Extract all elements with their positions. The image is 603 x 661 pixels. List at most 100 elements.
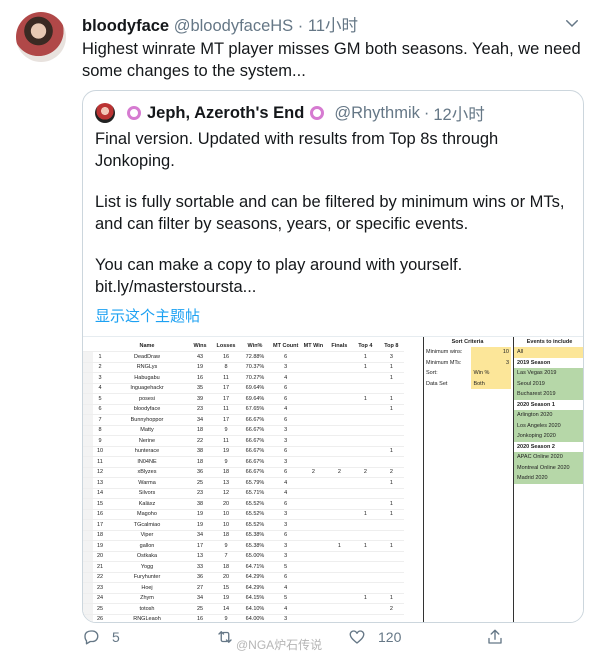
avatar[interactable] [16,12,66,62]
table-cell: 21 [93,561,107,573]
criteria-row: Sort: Win % [424,368,511,379]
table-cell: 13 [187,551,213,562]
quoted-paragraph: You can make a copy to play around with … [95,256,463,296]
table-cell [300,540,327,552]
tweet-time[interactable]: 11小时 [308,17,358,35]
player-name-cell: RNGLys [107,362,187,373]
table-row: 6 bloodyface 23 11 67.65% 4 1 [83,404,405,415]
table-cell: 64.10% [239,603,271,615]
author-name[interactable]: bloodyface [82,17,169,35]
table-cell: 19 [213,593,239,604]
table-cell: 17 [187,540,213,552]
table-cell [378,425,405,436]
table-cell [352,603,379,615]
table-cell: 11 [213,372,239,384]
table-cell: 69.64% [239,383,271,394]
table-cell [378,582,405,594]
table-cell: 70.27% [239,372,271,384]
table-cell: 1 [93,351,107,363]
table-cell: 14 [213,603,239,615]
player-name-cell: Habugabu [107,372,187,384]
events-title: Events to include [526,339,573,345]
event-item: Madrid 2020 [514,473,583,484]
table-cell [300,582,327,594]
table-cell [378,488,405,499]
table-cell: 27 [187,582,213,594]
table-row: 2 RNGLys 19 8 70.37% 3 1 1 [83,362,405,373]
event-item: All [514,347,583,358]
table-cell [300,362,327,373]
tweet-header: bloodyface @bloodyfaceHS · 11小时 [82,12,358,36]
share-button[interactable] [486,628,504,646]
table-cell [326,414,353,426]
table-cell: 17 [213,414,239,426]
table-cell: 19 [213,446,239,457]
player-name-cell: TGcalmiao [107,519,187,531]
table-cell: 66.67% [239,425,271,436]
player-name-cell: Furyhunter [107,572,187,583]
table-cell: 17 [213,383,239,394]
table-cell: 65.38% [239,530,271,541]
chevron-down-icon[interactable] [563,14,581,32]
table-cell: 10 [93,446,107,457]
table-cell: 34 [187,530,213,541]
player-name-cell: DeadDraw [107,351,187,363]
table-row: 7 Bunnyhoppor 34 17 66.67% 6 [83,414,405,426]
table-cell [352,435,379,447]
event-item: Seoul 2019 [514,378,583,389]
table-cell: 3 [271,456,301,468]
spreadsheet-image: Name Wins Losses Win% MT Count MT Win Fi… [83,336,583,622]
table-cell: 39 [187,393,213,405]
table-cell: 33 [187,561,213,573]
table-cell [378,414,405,426]
table-cell: 4 [93,383,107,394]
table-cell: 20 [93,551,107,562]
table-cell: 22 [93,572,107,583]
player-name-cell: Matty [107,425,187,436]
table-cell: 4 [271,603,301,615]
table-cell: 72.88% [239,351,271,363]
table-row: 22 Furyhunter 36 20 64.29% 6 [83,572,405,583]
player-name-cell: Ostkaka [107,551,187,562]
table-cell: 3 [271,425,301,436]
table-cell: 6 [271,414,301,426]
table-cell: 6 [271,572,301,583]
like-button[interactable]: 120 [348,628,401,646]
table-cell: 36 [187,572,213,583]
event-item: Jonkoping 2020 [514,431,583,442]
table-cell [352,614,379,622]
table-cell: 3 [271,435,301,447]
author-handle[interactable]: @bloodyfaceHS [174,17,293,35]
table-cell: 66.67% [239,446,271,457]
criteria-value: 3 [471,357,511,368]
table-cell [326,393,353,405]
table-cell: 23 [93,582,107,594]
reply-button[interactable]: 5 [82,628,120,646]
table-cell: 1 [326,540,353,552]
table-cell: 9 [213,540,239,552]
table-cell: 26 [93,614,107,622]
table-cell [352,372,379,384]
table-cell [378,572,405,583]
table-cell: 20 [213,572,239,583]
table-cell: 25 [187,477,213,489]
table-cell [326,488,353,499]
criteria-value: 10 [471,347,511,358]
table-cell: 66.67% [239,467,271,478]
table-cell [300,519,327,531]
table-cell [326,498,353,510]
table-cell: 14 [93,488,107,499]
table-cell: 4 [271,488,301,499]
swirl-icon [310,106,325,120]
table-cell: 4 [271,477,301,489]
criteria-label: Data Set [426,380,448,387]
table-cell: 1 [378,509,405,520]
show-thread-link[interactable]: 显示这个主题帖 [95,305,200,326]
table-row: 14 Silvors 23 12 65.71% 4 [83,488,405,499]
table-cell: 16 [93,509,107,520]
standings-table: Name Wins Losses Win% MT Count MT Win Fi… [83,341,405,622]
table-cell: 9 [213,456,239,468]
quoted-tweet[interactable]: Jeph, Azeroth's End @Rhythmik · 12小时 Fin… [82,90,584,623]
reply-count: 5 [112,629,120,645]
table-cell: 17 [213,393,239,405]
